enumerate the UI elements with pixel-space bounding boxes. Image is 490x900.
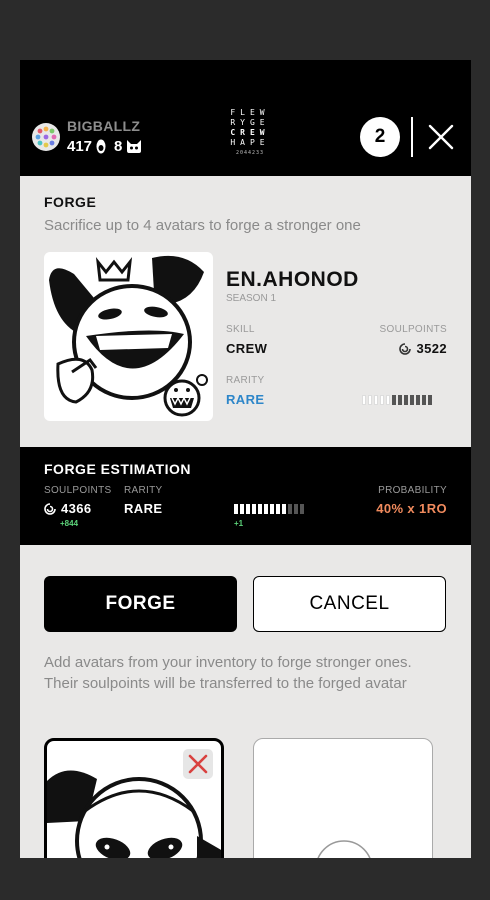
top-bar: BIGBALLZ 417 8 FLEW RYGE CREW HAPE 20442…: [20, 60, 471, 176]
remove-icon: [188, 754, 208, 774]
brand-logo: FLEW RYGE CREW HAPE 2044233: [215, 108, 285, 156]
rarity-segment: [410, 395, 414, 405]
rarity-segment: [234, 504, 238, 514]
forge-modal: BIGBALLZ 417 8 FLEW RYGE CREW HAPE 20442…: [20, 60, 471, 858]
est-rarity-label: RARITY: [124, 485, 163, 496]
rarity-segment: [270, 504, 274, 514]
est-soulpoints-group: 4366: [44, 501, 92, 516]
rarity-segment: [264, 504, 268, 514]
rarity-segment: [252, 504, 256, 514]
probability-label: PROBABILITY: [378, 485, 447, 496]
rarity-segment: [386, 395, 390, 405]
est-rarity-level-bar: [234, 504, 304, 514]
rarity-segment: [276, 504, 280, 514]
rarity-segment: [374, 395, 378, 405]
header-divider: [411, 117, 413, 157]
est-soulpoints-value: 4366: [61, 501, 92, 516]
sacrifice-slot-empty[interactable]: [253, 738, 433, 858]
rarity-segment: [392, 395, 396, 405]
forge-title: FORGE: [44, 194, 97, 210]
avatar-season: SEASON 1: [226, 293, 277, 304]
forge-info-text: Add avatars from your inventory to forge…: [44, 654, 412, 692]
logo-line: CREW: [230, 128, 270, 137]
logo-line: RYGE: [230, 118, 270, 127]
ape-head-icon: [96, 139, 106, 154]
rarity-segment: [398, 395, 402, 405]
rarity-level-bar: [362, 395, 432, 405]
forge-button[interactable]: FORGE: [44, 576, 237, 632]
user-stats: 417 8: [67, 138, 142, 155]
rarity-segment: [416, 395, 420, 405]
selected-count-badge[interactable]: 2: [360, 117, 400, 157]
logo-caption: 2044233: [235, 150, 265, 156]
rarity-segment: [380, 395, 384, 405]
soulpoints-value-group: 3522: [399, 341, 447, 356]
rarity-segment: [294, 504, 298, 514]
soulpoints-value: 3522: [416, 341, 447, 356]
avatar-name: EN.AHONOD: [226, 268, 359, 291]
stat-one-value: 417: [67, 138, 93, 155]
empty-slot-placeholder: [317, 840, 371, 858]
rarity-segment: [246, 504, 250, 514]
globe-icon: [32, 123, 60, 151]
rarity-segment: [258, 504, 262, 514]
logo-line: HAPE: [230, 138, 270, 147]
username: BIGBALLZ: [67, 118, 141, 134]
est-rarity-delta: +1: [234, 519, 244, 528]
est-soulpoints-label: SOULPOINTS: [44, 485, 112, 496]
probability-value: 40% x 1RO: [376, 501, 447, 516]
rarity-segment: [288, 504, 292, 514]
rarity-value: RARE: [226, 392, 265, 407]
cancel-button[interactable]: CANCEL: [253, 576, 446, 632]
rarity-segment: [300, 504, 304, 514]
remove-slot-button[interactable]: [183, 749, 213, 779]
rarity-segment: [404, 395, 408, 405]
skill-label: SKILL: [226, 324, 255, 335]
forge-subtitle: Sacrifice up to 4 avatars to forge a str…: [44, 217, 361, 234]
soulpoints-label: SOULPOINTS: [379, 324, 447, 335]
rarity-segment: [422, 395, 426, 405]
cat-head-icon: [127, 140, 142, 153]
stat-two-value: 8: [114, 138, 123, 155]
rarity-segment: [428, 395, 432, 405]
rarity-label: RARITY: [226, 375, 265, 386]
forge-estimation-panel: FORGE ESTIMATION SOULPOINTS 4366 +844 RA…: [20, 447, 471, 545]
close-icon[interactable]: [426, 122, 456, 152]
skill-value: CREW: [226, 341, 268, 356]
estimation-title: FORGE ESTIMATION: [44, 461, 191, 477]
est-soulpoints-delta: +844: [60, 519, 79, 528]
rarity-segment: [240, 504, 244, 514]
rarity-segment: [368, 395, 372, 405]
sacrifice-slot-filled[interactable]: [44, 738, 224, 858]
soulpoints-icon: [44, 502, 56, 515]
est-rarity-value: RARE: [124, 501, 163, 516]
rarity-segment: [362, 395, 366, 405]
logo-line: FLEW: [230, 108, 270, 117]
rarity-segment: [282, 504, 286, 514]
avatar-image: [44, 252, 213, 421]
soulpoints-icon: [399, 342, 412, 355]
